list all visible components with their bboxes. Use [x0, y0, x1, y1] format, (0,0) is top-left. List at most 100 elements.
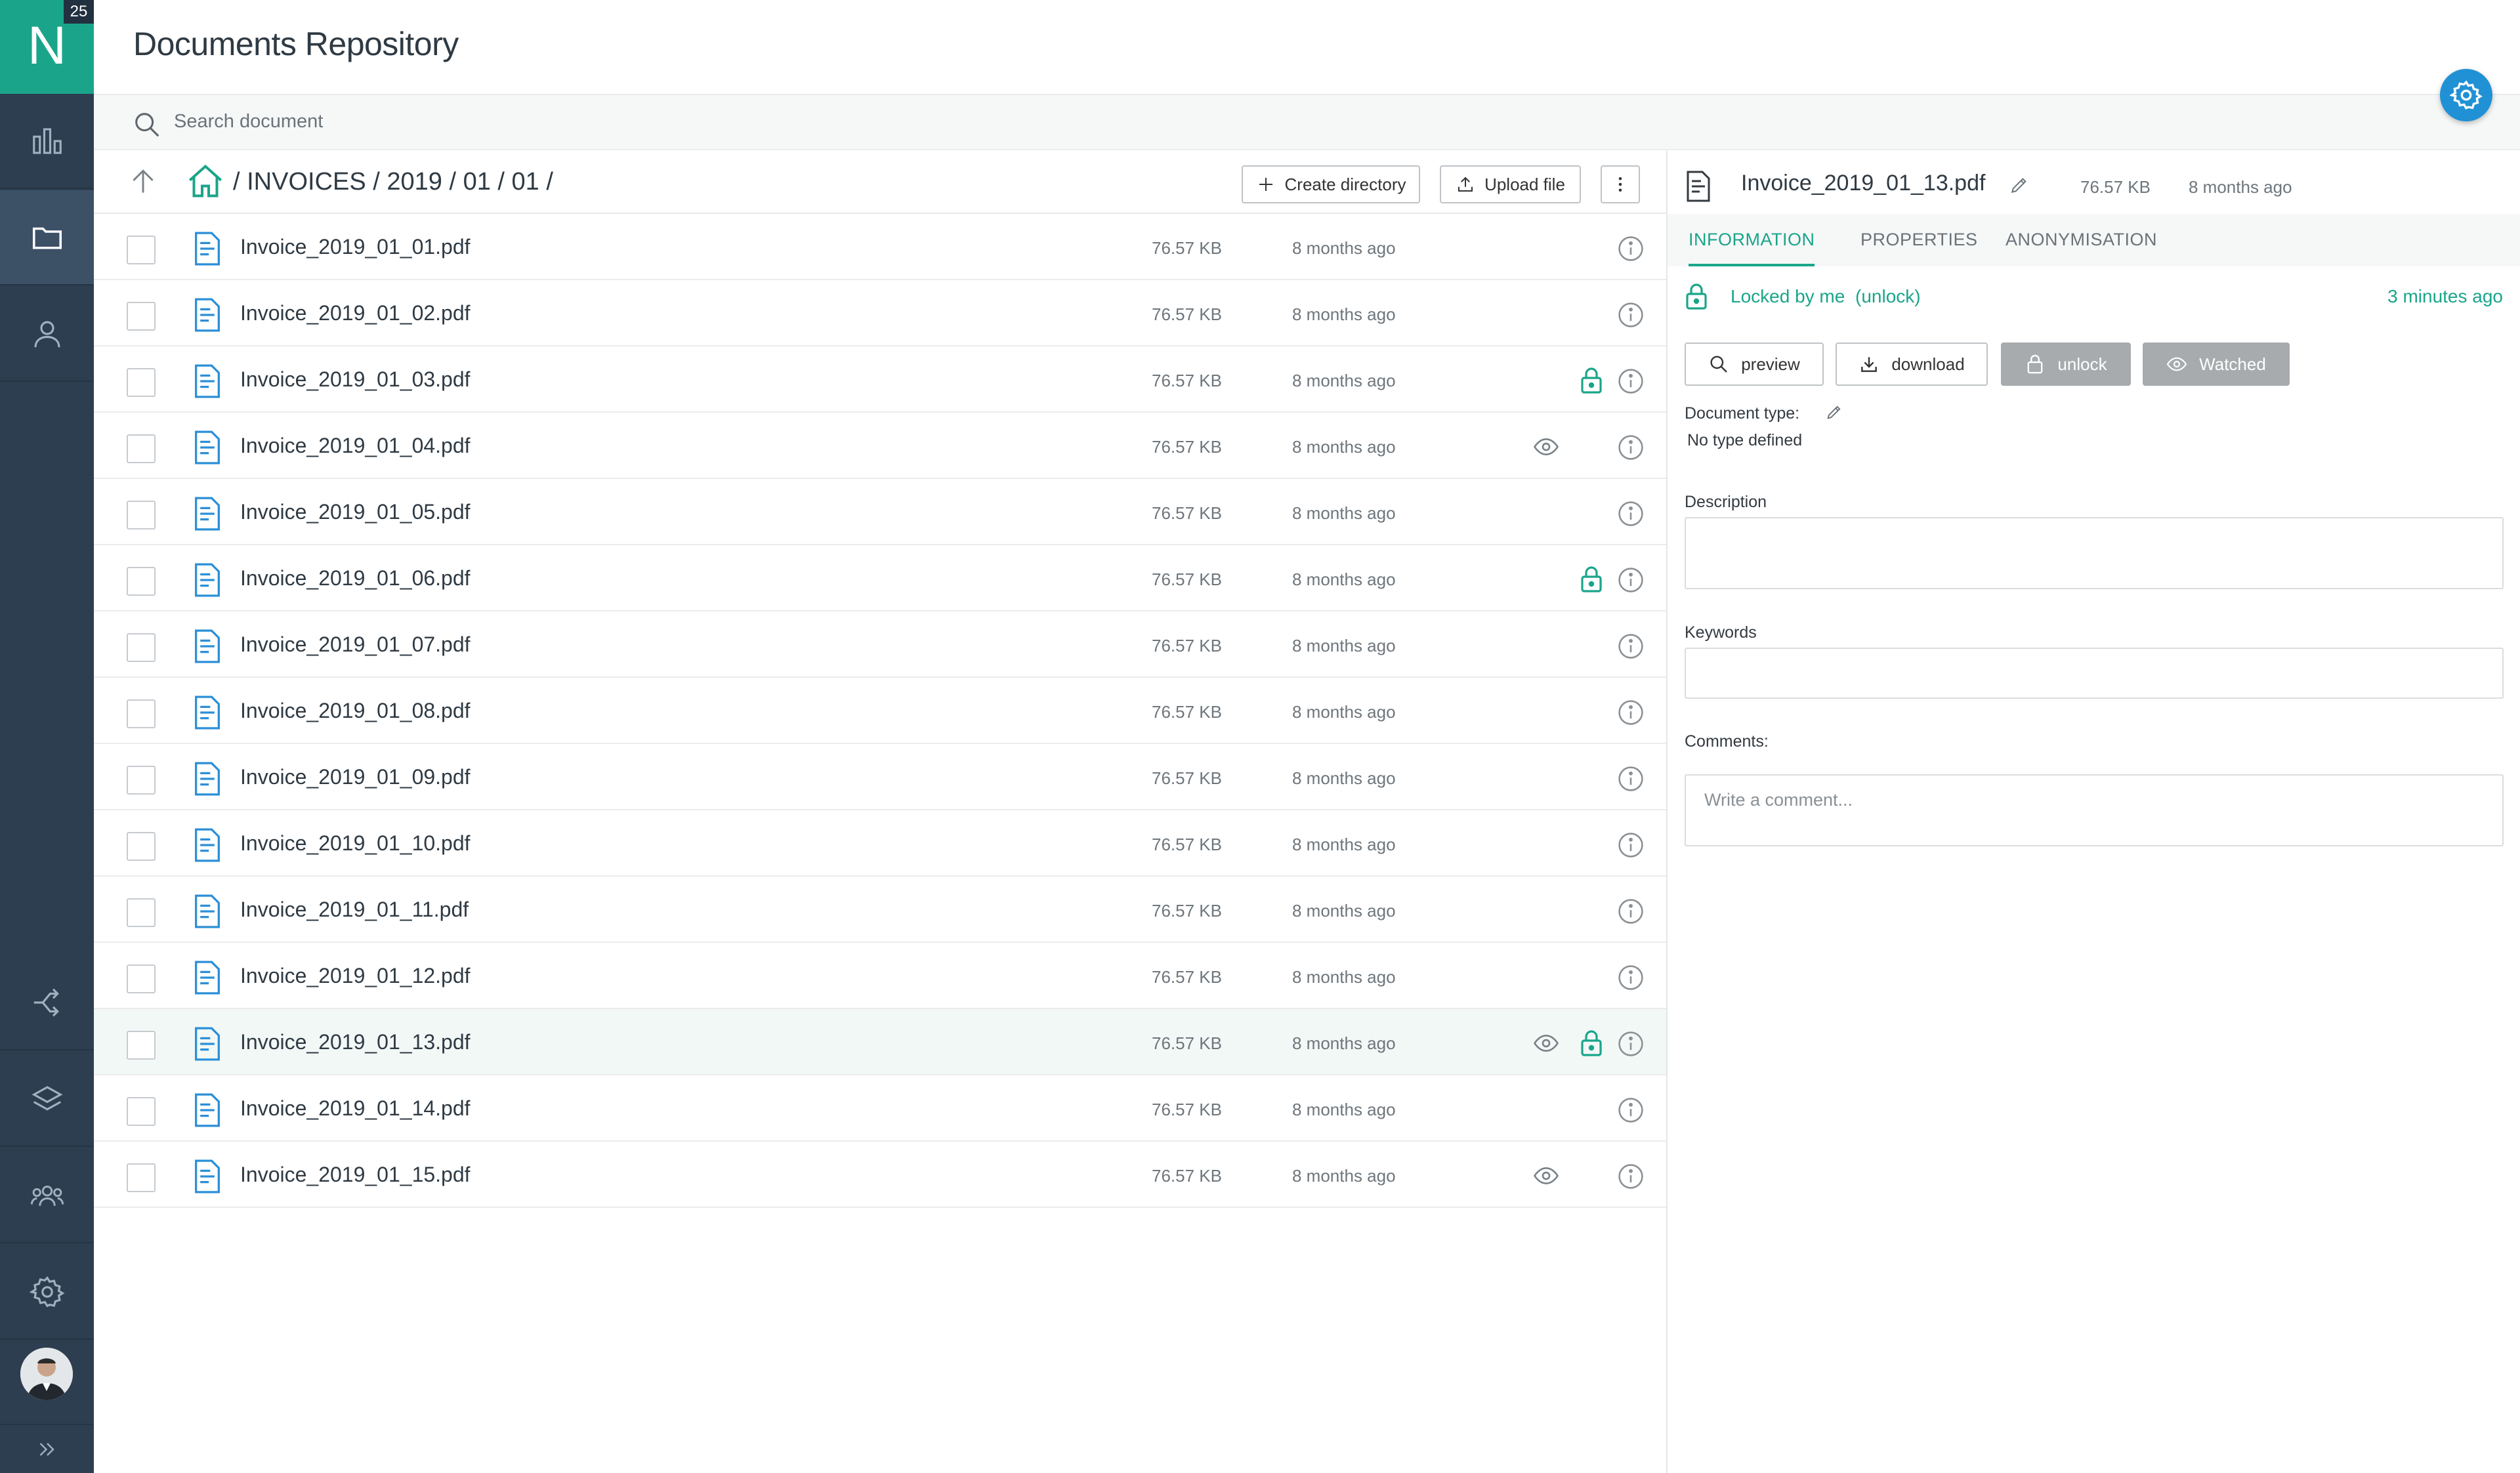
preview-button[interactable]: preview — [1685, 342, 1824, 386]
info-icon[interactable] — [1616, 301, 1645, 329]
row-checkbox[interactable] — [127, 1097, 156, 1126]
file-name[interactable]: Invoice_2019_01_11.pdf — [240, 898, 469, 922]
info-icon[interactable] — [1616, 1162, 1645, 1191]
keywords-field[interactable] — [1685, 648, 2504, 699]
file-name[interactable]: Invoice_2019_01_01.pdf — [240, 235, 471, 259]
info-icon[interactable] — [1616, 499, 1645, 528]
nav-item-workflow[interactable] — [0, 955, 94, 1050]
table-row[interactable]: Invoice_2019_01_01.pdf 76.57 KB 8 months a… — [94, 214, 1667, 280]
row-checkbox[interactable] — [127, 766, 156, 795]
file-modified: 8 months ago — [1292, 503, 1396, 523]
file-name[interactable]: Invoice_2019_01_12.pdf — [240, 964, 471, 988]
info-icon[interactable] — [1616, 1029, 1645, 1058]
row-checkbox[interactable] — [127, 699, 156, 728]
search-bar[interactable]: Search document — [94, 94, 2520, 150]
info-icon[interactable] — [1616, 963, 1645, 992]
table-row[interactable]: Invoice_2019_01_14.pdf 76.57 KB 8 months a… — [94, 1075, 1667, 1142]
app-logo[interactable]: N 25 — [0, 0, 94, 94]
table-row[interactable]: Invoice_2019_01_11.pdf 76.57 KB 8 months a… — [94, 877, 1667, 943]
tab-properties[interactable]: PROPERTIES — [1860, 214, 1978, 266]
table-row[interactable]: Invoice_2019_01_10.pdf 76.57 KB 8 months a… — [94, 810, 1667, 877]
info-icon[interactable] — [1616, 831, 1645, 860]
row-checkbox[interactable] — [127, 368, 156, 397]
table-row[interactable]: Invoice_2019_01_07.pdf 76.57 KB 8 months a… — [94, 612, 1667, 678]
download-button[interactable]: download — [1836, 342, 1988, 386]
create-directory-button[interactable]: Create directory — [1242, 165, 1420, 203]
nav-item-settings[interactable] — [0, 1245, 94, 1340]
info-icon[interactable] — [1616, 1096, 1645, 1125]
info-icon[interactable] — [1616, 433, 1645, 462]
row-checkbox[interactable] — [127, 832, 156, 861]
comment-input[interactable]: Write a comment... — [1685, 774, 2504, 846]
search-input[interactable]: Search document — [174, 111, 323, 133]
table-row[interactable]: Invoice_2019_01_02.pdf 76.57 KB 8 months a… — [94, 280, 1667, 346]
nav-expand-button[interactable] — [0, 1424, 94, 1473]
file-name[interactable]: Invoice_2019_01_05.pdf — [240, 500, 471, 524]
info-icon[interactable] — [1616, 367, 1645, 396]
table-row[interactable]: Invoice_2019_01_09.pdf 76.57 KB 8 months a… — [94, 744, 1667, 810]
file-name[interactable]: Invoice_2019_01_02.pdf — [240, 301, 471, 325]
info-icon[interactable] — [1616, 566, 1645, 594]
tab-anonymisation[interactable]: ANONYMISATION — [2006, 214, 2157, 266]
info-icon[interactable] — [1616, 234, 1645, 263]
file-name[interactable]: Invoice_2019_01_04.pdf — [240, 434, 471, 458]
file-name[interactable]: Invoice_2019_01_13.pdf — [240, 1030, 471, 1054]
table-row[interactable]: Invoice_2019_01_13.pdf 76.57 KB 8 months a… — [94, 1009, 1667, 1075]
nav-item-layers[interactable] — [0, 1052, 94, 1147]
row-checkbox[interactable] — [127, 1031, 156, 1060]
row-checkbox[interactable] — [127, 1163, 156, 1192]
file-name[interactable]: Invoice_2019_01_08.pdf — [240, 699, 471, 723]
settings-fab-button[interactable] — [2440, 69, 2492, 121]
description-field[interactable] — [1685, 517, 2504, 589]
document-icon — [195, 762, 220, 796]
arrow-up-icon[interactable] — [127, 165, 159, 198]
file-name[interactable]: Invoice_2019_01_14.pdf — [240, 1096, 471, 1121]
file-name[interactable]: Invoice_2019_01_07.pdf — [240, 633, 471, 657]
edit-pencil-icon[interactable] — [1825, 403, 1843, 421]
info-icon[interactable] — [1616, 632, 1645, 661]
upload-file-button[interactable]: Upload file — [1440, 165, 1581, 203]
edit-pencil-icon[interactable] — [2009, 175, 2030, 196]
table-row[interactable]: Invoice_2019_01_15.pdf 76.57 KB 8 months a… — [94, 1142, 1667, 1208]
info-icon[interactable] — [1616, 764, 1645, 793]
row-checkbox[interactable] — [127, 965, 156, 993]
info-icon[interactable] — [1616, 897, 1645, 926]
table-row[interactable]: Invoice_2019_01_04.pdf 76.57 KB 8 months a… — [94, 413, 1667, 479]
upload-file-label: Upload file — [1484, 174, 1565, 194]
row-checkbox[interactable] — [127, 434, 156, 463]
row-checkbox[interactable] — [127, 302, 156, 331]
file-name[interactable]: Invoice_2019_01_06.pdf — [240, 566, 471, 591]
bar-chart-icon — [32, 127, 62, 154]
table-row[interactable]: Invoice_2019_01_08.pdf 76.57 KB 8 months a… — [94, 678, 1667, 744]
watched-button[interactable]: Watched — [2143, 342, 2290, 386]
avatar[interactable] — [20, 1348, 73, 1400]
row-checkbox[interactable] — [127, 633, 156, 662]
row-checkbox[interactable] — [127, 898, 156, 927]
table-row[interactable]: Invoice_2019_01_12.pdf 76.57 KB 8 months a… — [94, 943, 1667, 1009]
table-row[interactable]: Invoice_2019_01_06.pdf 76.57 KB 8 months a… — [94, 545, 1667, 612]
file-name[interactable]: Invoice_2019_01_10.pdf — [240, 831, 471, 856]
row-checkbox[interactable] — [127, 236, 156, 264]
nav-item-dashboard[interactable] — [0, 94, 94, 189]
home-icon[interactable] — [186, 161, 225, 201]
file-name[interactable]: Invoice_2019_01_09.pdf — [240, 765, 471, 789]
file-modified: 8 months ago — [1292, 835, 1396, 854]
eye-icon — [1533, 1167, 1559, 1185]
breadcrumb[interactable]: / INVOICES / 2019 / 01 / 01 / — [233, 168, 553, 196]
unlock-link[interactable]: (unlock) — [1855, 286, 1921, 307]
table-row[interactable]: Invoice_2019_01_05.pdf 76.57 KB 8 months a… — [94, 479, 1667, 545]
tab-information[interactable]: INFORMATION — [1689, 214, 1815, 266]
row-checkbox[interactable] — [127, 501, 156, 529]
info-icon[interactable] — [1616, 698, 1645, 727]
watched-label: Watched — [2199, 354, 2266, 374]
nav-item-groups[interactable] — [0, 1148, 94, 1243]
row-checkbox[interactable] — [127, 567, 156, 596]
file-name[interactable]: Invoice_2019_01_03.pdf — [240, 367, 471, 392]
file-size: 76.57 KB — [1152, 1166, 1222, 1186]
table-row[interactable]: Invoice_2019_01_03.pdf 76.57 KB 8 months a… — [94, 346, 1667, 413]
more-options-button[interactable] — [1601, 165, 1640, 203]
file-name[interactable]: Invoice_2019_01_15.pdf — [240, 1163, 471, 1187]
unlock-button[interactable]: unlock — [2001, 342, 2131, 386]
nav-item-users[interactable] — [0, 287, 94, 382]
nav-item-documents[interactable] — [0, 190, 94, 285]
